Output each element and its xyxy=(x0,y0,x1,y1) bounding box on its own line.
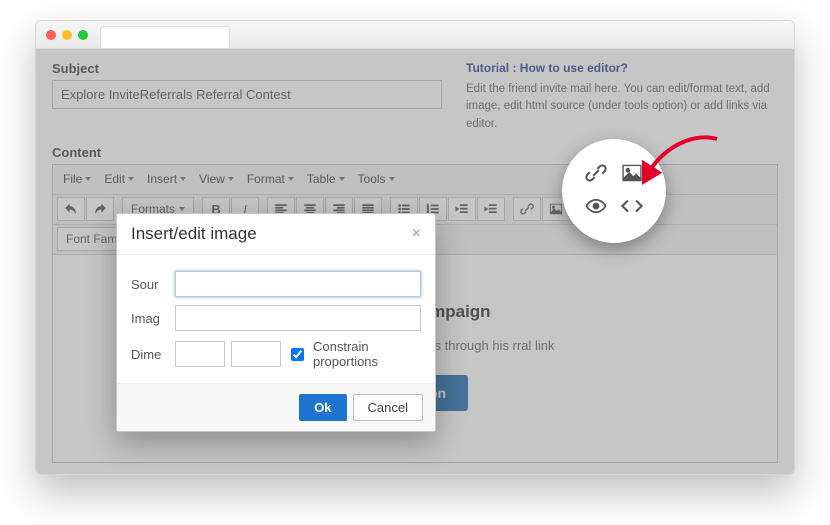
image-icon xyxy=(621,162,643,187)
browser-tab[interactable] xyxy=(100,26,230,48)
image-description-input[interactable] xyxy=(175,305,421,331)
window-max-dot[interactable] xyxy=(78,30,88,40)
modal-cancel-button[interactable]: Cancel xyxy=(353,394,423,421)
constrain-checkbox[interactable] xyxy=(291,348,304,361)
dimensions-label: Dime xyxy=(131,347,169,362)
modal-close-button[interactable]: × xyxy=(412,225,421,243)
modal-title: Insert/edit image xyxy=(131,224,257,244)
insert-image-modal: Insert/edit image × Sour Imag Dime Const… xyxy=(116,213,436,432)
annotation-arrow-icon xyxy=(642,131,722,201)
source-label: Sour xyxy=(131,277,169,292)
image-height-input[interactable] xyxy=(231,341,281,367)
constrain-label: Constrain proportions xyxy=(313,339,421,369)
modal-ok-button[interactable]: Ok xyxy=(299,394,346,421)
code-icon xyxy=(621,195,643,220)
browser-window: Subject Tutorial : How to use editor? Ed… xyxy=(35,20,795,475)
window-close-dot[interactable] xyxy=(46,30,56,40)
image-source-input[interactable] xyxy=(175,271,421,297)
window-min-dot[interactable] xyxy=(62,30,72,40)
image-desc-label: Imag xyxy=(131,311,169,326)
browser-titlebar xyxy=(36,21,794,49)
link-icon xyxy=(585,162,607,187)
image-width-input[interactable] xyxy=(175,341,225,367)
eye-icon xyxy=(585,195,607,220)
